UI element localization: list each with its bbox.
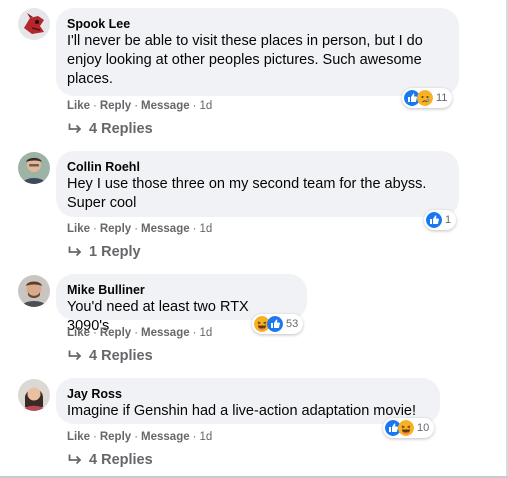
like-icon bbox=[267, 316, 283, 332]
comment-author[interactable]: Jay Ross bbox=[67, 386, 428, 402]
like-link[interactable]: Like bbox=[67, 100, 90, 112]
reply-arrow-icon bbox=[67, 122, 83, 136]
replies-count-label: 1 Reply bbox=[89, 244, 141, 260]
avatar-spook-lee[interactable] bbox=[18, 8, 50, 40]
avatar-collin-roehl[interactable] bbox=[18, 152, 50, 184]
like-link[interactable]: Like bbox=[67, 431, 90, 443]
reply-arrow-icon bbox=[67, 349, 83, 363]
comment-text: Imagine if Genshin had a live-action ada… bbox=[67, 403, 417, 419]
comment-timestamp[interactable]: 1d bbox=[199, 100, 212, 112]
reaction-count: 11 bbox=[436, 92, 448, 104]
reply-link[interactable]: Reply bbox=[100, 100, 131, 112]
message-link[interactable]: Message bbox=[141, 327, 190, 339]
reaction-summary[interactable]: 11 bbox=[402, 88, 453, 108]
avatar-image bbox=[18, 152, 50, 184]
avatar-jay-ross[interactable] bbox=[18, 379, 50, 411]
comment-actions: Like · Reply · Message · 1d bbox=[67, 327, 213, 339]
message-link[interactable]: Message bbox=[141, 431, 190, 443]
comment-text: I'll never be able to visit these places… bbox=[67, 33, 423, 87]
avatar-mike-bulliner[interactable] bbox=[18, 275, 50, 307]
comment-bubble: Jay Ross Imagine if Genshin had a live-a… bbox=[56, 378, 440, 424]
comment-timestamp[interactable]: 1d bbox=[199, 223, 212, 235]
reply-link[interactable]: Reply bbox=[100, 327, 131, 339]
comment-timestamp[interactable]: 1d bbox=[199, 327, 212, 339]
sad-icon bbox=[417, 90, 433, 106]
comment-timestamp[interactable]: 1d bbox=[199, 431, 212, 443]
comment-text: Hey I use those three on my second team … bbox=[67, 176, 427, 211]
comment-author[interactable]: Spook Lee bbox=[67, 16, 447, 32]
reaction-summary[interactable]: 10 bbox=[383, 418, 435, 438]
message-link[interactable]: Message bbox=[141, 100, 190, 112]
comment-actions: Like · Reply · Message · 1d bbox=[67, 431, 213, 443]
comment-author[interactable]: Mike Bulliner bbox=[67, 282, 295, 298]
comment-bubble: Collin Roehl Hey I use those three on my… bbox=[56, 151, 459, 217]
reaction-summary[interactable]: 53 bbox=[252, 314, 304, 334]
like-link[interactable]: Like bbox=[67, 327, 90, 339]
reply-arrow-icon bbox=[67, 453, 83, 467]
replies-count-label: 4 Replies bbox=[89, 452, 153, 468]
view-replies-link[interactable]: 1 Reply bbox=[67, 243, 141, 261]
haha-icon bbox=[398, 420, 414, 436]
like-link[interactable]: Like bbox=[67, 223, 90, 235]
comment-actions: Like · Reply · Message · 1d bbox=[67, 100, 213, 112]
reply-arrow-icon bbox=[67, 245, 83, 259]
comment-bubble: Spook Lee I'll never be able to visit th… bbox=[56, 8, 459, 96]
replies-count-label: 4 Replies bbox=[89, 348, 153, 364]
reaction-count: 1 bbox=[445, 214, 452, 226]
reply-link[interactable]: Reply bbox=[100, 223, 131, 235]
comment-author[interactable]: Collin Roehl bbox=[67, 159, 447, 175]
reaction-count: 10 bbox=[417, 422, 430, 434]
view-replies-link[interactable]: 4 Replies bbox=[67, 120, 153, 138]
reaction-summary[interactable]: 1 bbox=[424, 210, 457, 230]
replies-count-label: 4 Replies bbox=[89, 121, 153, 137]
view-replies-link[interactable]: 4 Replies bbox=[67, 451, 153, 469]
avatar-image bbox=[18, 275, 50, 307]
like-icon bbox=[426, 212, 442, 228]
avatar-image bbox=[18, 379, 50, 411]
message-link[interactable]: Message bbox=[141, 223, 190, 235]
reaction-count: 53 bbox=[286, 318, 299, 330]
reply-link[interactable]: Reply bbox=[100, 431, 131, 443]
avatar-image bbox=[18, 8, 50, 40]
comment-actions: Like · Reply · Message · 1d bbox=[67, 223, 213, 235]
view-replies-link[interactable]: 4 Replies bbox=[67, 347, 153, 365]
